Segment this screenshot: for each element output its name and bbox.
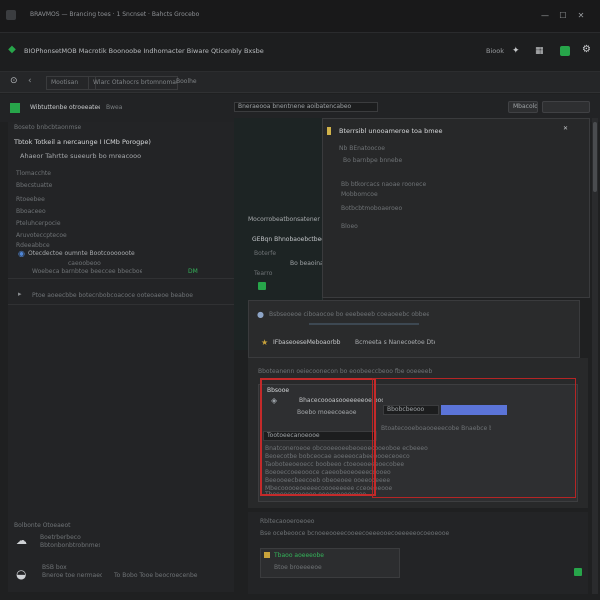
app-header: ◆ BIOPhonsetMOB Macrotik Boonoobe Indhom… — [0, 33, 600, 72]
center-line-1: Mocorrobeatbonsatenen — [248, 216, 320, 223]
footer-item-3: BSB box — [42, 564, 67, 571]
section-title: Wibtuttenbe otroeeatee — [30, 104, 100, 111]
status-green-icon — [574, 568, 582, 576]
card-line-1: Nb BEnatoocoe — [339, 145, 385, 152]
footer-item-1: Boetrberbeco — [40, 534, 81, 541]
center-line-3: Boterfe — [254, 250, 277, 257]
left-panel: Boseto bnbcbtaonmse Tbtok Totkeil a nerc… — [8, 122, 234, 592]
list-item[interactable]: Bboaceeo — [16, 208, 96, 216]
action-button[interactable]: Mbacoloe — [508, 101, 538, 113]
section-tab[interactable]: Bwea — [106, 104, 126, 111]
list-item[interactable]: Aruvoteccptecoe — [16, 232, 96, 240]
scrollbar-track[interactable] — [592, 118, 598, 594]
more-button[interactable] — [542, 101, 590, 113]
section-icon — [10, 103, 20, 113]
left-panel-line-1: Tbtok Totkeil a nercaunge I ICMb Porogpe… — [14, 138, 151, 146]
link-1-sub: caeoobeoo — [68, 260, 101, 267]
highlight-frame — [260, 378, 376, 496]
list-item[interactable]: Rdeeabbce — [16, 242, 96, 250]
mid-line-1: Bsbseoeoe ciboaocoe bo eeebeeeb coeaoeeb… — [269, 311, 429, 318]
close-button[interactable]: ✕ — [576, 11, 586, 21]
list-item[interactable]: Pteluhcerpocie — [16, 220, 96, 228]
user-icon: ● — [257, 310, 264, 319]
app-title: BIOPhonsetMOB Macrotik Boonoobe Indhomac… — [24, 47, 264, 55]
left-panel-header: Boseto bnbcbtaonmse — [14, 124, 82, 131]
bottom-line-1: Rbltecaooeroeoeo — [260, 518, 315, 525]
footer-item-2: Bbtonbonbtrobnmes — [40, 542, 100, 549]
grid-icon[interactable]: ▦ — [535, 46, 545, 56]
pin-icon: ◉ — [18, 249, 25, 258]
center-line-5: Tearro — [254, 270, 273, 277]
list-item[interactable]: Rtoeebee — [16, 196, 96, 204]
center-line-4: Bo beaoinasse — [290, 260, 322, 267]
filter-input[interactable]: Bneraeooa bnentnene aoibatencabeo — [234, 102, 378, 112]
home-icon[interactable]: ⊙ — [10, 76, 20, 86]
scrollbar-thumb[interactable] — [593, 122, 597, 192]
bottom-panel: Rbltecaooeroeoeo Bse ocebeooce bcnoeeooe… — [248, 512, 588, 594]
star-icon: ★ — [261, 338, 269, 347]
link-1-detail: Woebeca barnbtoe beeccee bbecboeantoee — [32, 268, 142, 275]
status-icon — [258, 282, 266, 290]
progress-track — [309, 323, 419, 325]
link-1-badge: DM — [188, 268, 198, 275]
card-close-button[interactable]: ✕ — [563, 125, 575, 133]
cloud-icon: ☁ — [16, 534, 27, 547]
footer-title: Bolbonte Otoeaeot — [14, 522, 71, 529]
window-title: BRAVMOS — Brancing toes · 1 Sncnset · Ba… — [30, 11, 200, 18]
settings-icon[interactable]: ⚙ — [582, 45, 592, 55]
footer-item-4: Bneroe toe nermaeoenb — [42, 572, 102, 579]
card-title: Bterrsibl unooameroe toa bmee — [339, 127, 443, 135]
card-line-2: Bo barnbpe bnnebe — [343, 157, 403, 164]
back-icon[interactable]: ‹ — [28, 76, 38, 86]
bottom-line-3: Btoe broeeeeoe — [274, 564, 322, 571]
card-line-5: Botbcbtmoboaeroeo — [341, 205, 403, 212]
left-panel-line-2: Ahaeor Tahrtte sueeurb bo mreacooo — [20, 152, 142, 160]
extension-icon[interactable] — [560, 46, 570, 56]
divider — [8, 304, 234, 305]
footer-mid: To Bobo Tooe beocroecenbe — [114, 572, 198, 579]
card-icon — [327, 127, 331, 135]
bottom-line-2: Bse ocebeooce bcnoeeooeecooeecoeeeooecoe… — [260, 530, 450, 537]
details-card: Bterrsibl unooameroe toa bmee ✕ Nb BEnat… — [322, 118, 590, 298]
card-line-4: Mobbomcoe — [341, 191, 378, 198]
logo-icon: ◆ — [8, 44, 16, 55]
mid-chip-label[interactable]: IFbaseoeseMeboaorbb — [273, 339, 353, 347]
title-bar: BRAVMOS — Brancing toes · 1 Sncnset · Ba… — [0, 0, 600, 33]
lower-line: Bboteanenn oeiecoonecon bo eoobeeccbeoo … — [258, 368, 433, 375]
bottom-chip-label: Tbaoo aoeeeobe — [274, 552, 324, 559]
check-icon — [264, 552, 270, 558]
toolbar: ⊙ ‹ Mootisan Wlarc Otahocrs brtomnomaoti… — [0, 72, 600, 93]
maximize-button[interactable]: ☐ — [558, 11, 568, 21]
bullet-icon: ▸ — [18, 290, 22, 298]
mid-panel: ● Bsbseoeoe ciboaocoe bo eeebeeeb coeaoe… — [248, 300, 580, 358]
sparkle-icon[interactable]: ✦ — [512, 46, 522, 56]
disk-icon: ◒ — [16, 567, 27, 581]
link-1[interactable]: Otecdectoe oumnte Bootcoooooote — [28, 250, 138, 258]
list-item[interactable]: Tlomacchte — [16, 170, 96, 178]
divider — [8, 278, 234, 279]
card-line-3: Bb btkorcacs naoae roonece — [341, 181, 427, 188]
mid-chip-right: Bcmeeta s Nanecoetoe Dtecrobeco — [355, 339, 435, 346]
center-line-2: GEBqn Bhnobaoebctbeoo DBr — [252, 236, 322, 243]
highlight-frame-secondary — [372, 378, 576, 498]
card-line-6: Bloeo — [341, 223, 358, 230]
minimize-button[interactable]: — — [540, 11, 550, 21]
app-icon — [6, 10, 16, 20]
toolbar-item-1[interactable]: Wlarc Otahocrs brtomnomaotiyon — [88, 76, 178, 90]
toolbar-item-2[interactable]: Boolhe — [172, 76, 230, 88]
list-item[interactable]: Bbecstuatte — [16, 182, 96, 190]
link-2[interactable]: Ptoe aoeecbbe botecnbobcoacoce ooteoaeoe… — [32, 292, 222, 300]
